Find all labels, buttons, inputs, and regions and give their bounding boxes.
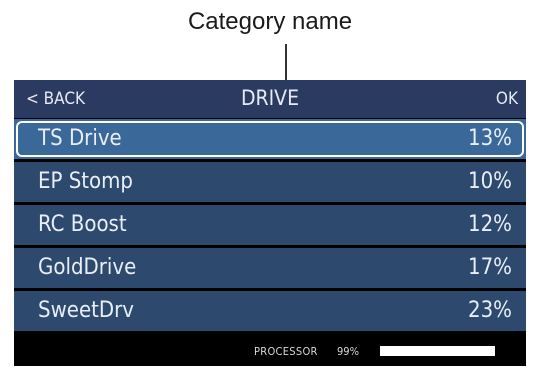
ok-button[interactable]: OK bbox=[496, 89, 518, 109]
header-bar: < BACK DRIVE OK bbox=[14, 80, 526, 118]
list-item-name: SweetDrv bbox=[38, 298, 134, 323]
list-item-rc-boost[interactable]: RC Boost 12% bbox=[14, 205, 526, 245]
category-name-callout-label: Category name bbox=[187, 8, 353, 35]
list-item-percent: 23% bbox=[468, 298, 512, 323]
processor-label: PROCESSOR bbox=[254, 345, 318, 358]
effect-list: TS Drive 13% EP Stomp 10% RC Boost 12% G… bbox=[14, 119, 526, 334]
list-item-name: TS Drive bbox=[38, 126, 122, 151]
list-item-percent: 12% bbox=[468, 212, 512, 237]
category-title: DRIVE bbox=[240, 86, 300, 110]
processor-meter-bar bbox=[380, 346, 495, 356]
list-item-percent: 13% bbox=[468, 126, 512, 151]
processor-value: 99% bbox=[337, 345, 359, 358]
list-item-percent: 17% bbox=[468, 255, 512, 280]
list-item-name: EP Stomp bbox=[38, 169, 134, 194]
status-footer: PROCESSOR 99% bbox=[14, 336, 526, 366]
device-screen: < BACK DRIVE OK TS Drive 13% EP Stomp 10… bbox=[14, 80, 526, 366]
list-item-sweetdrv[interactable]: SweetDrv 23% bbox=[14, 291, 526, 331]
list-item-name: GoldDrive bbox=[38, 255, 137, 280]
list-item-ts-drive[interactable]: TS Drive 13% bbox=[14, 119, 526, 159]
list-item-golddrive[interactable]: GoldDrive 17% bbox=[14, 248, 526, 288]
list-item-percent: 10% bbox=[468, 169, 512, 194]
list-item-name: RC Boost bbox=[38, 212, 127, 237]
list-item-ep-stomp[interactable]: EP Stomp 10% bbox=[14, 162, 526, 202]
